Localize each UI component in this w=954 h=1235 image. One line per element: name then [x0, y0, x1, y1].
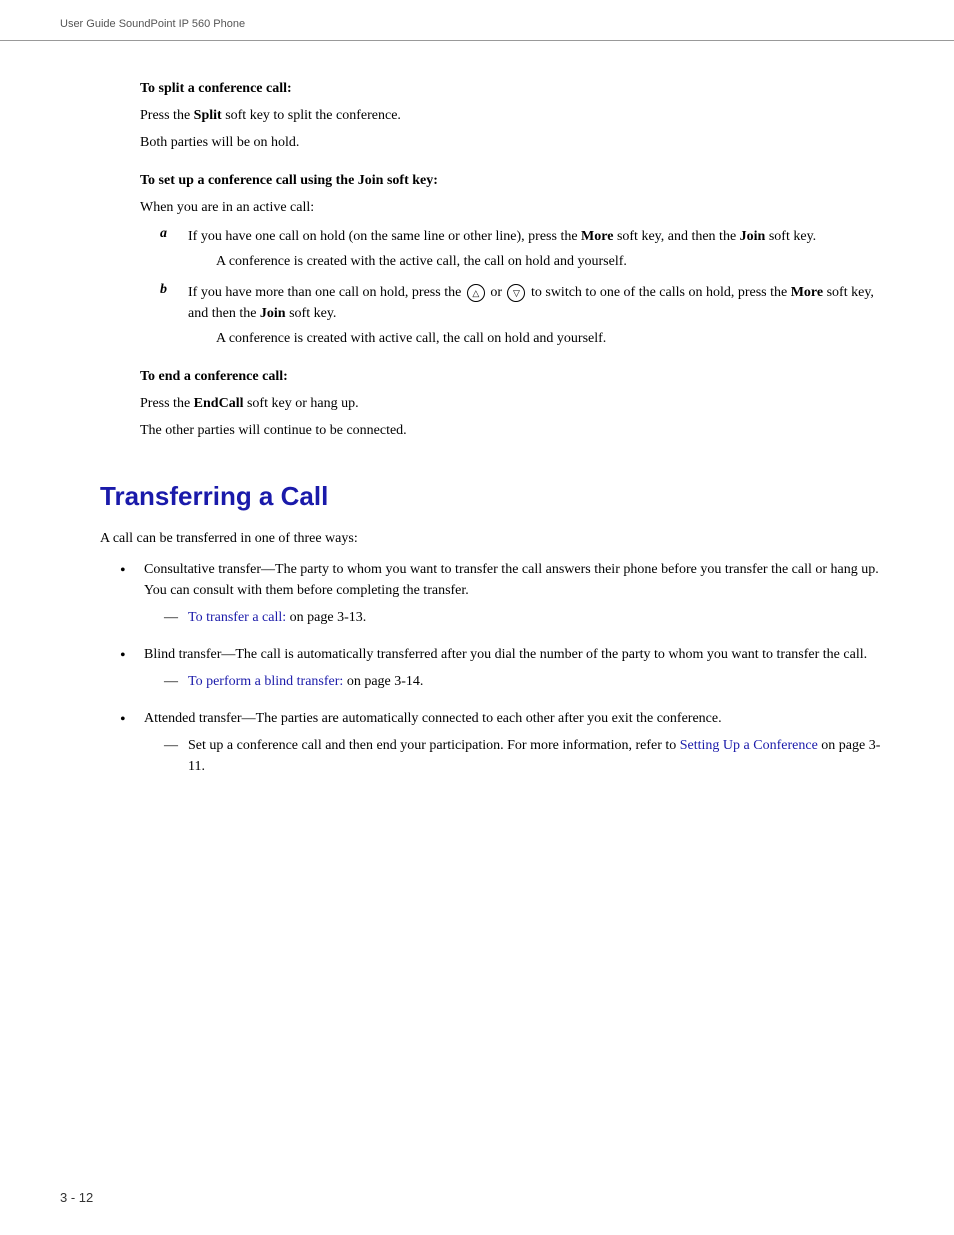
blind-content: Blind transfer—The call is automatically…: [144, 644, 894, 698]
end-conference-heading: To end a conference call:: [140, 369, 894, 385]
end-para-1: Press the EndCall soft key or hang up.: [140, 393, 894, 414]
split-conference-heading: To split a conference call:: [140, 81, 894, 97]
page-footer: 3 - 12: [60, 1190, 93, 1205]
split-para-2: Both parties will be on hold.: [140, 132, 894, 153]
bullet-dot-1: •: [120, 559, 136, 583]
alpha-content-a: If you have one call on hold (on the sam…: [188, 226, 894, 272]
blind-dash: — To perform a blind transfer: on page 3…: [164, 671, 894, 692]
chapter-intro: A call can be transferred in one of thre…: [100, 528, 894, 549]
nav-down-icon: [507, 284, 525, 302]
alpha-content-b: If you have more than one call on hold, …: [188, 282, 894, 349]
nav-up-icon: [467, 284, 485, 302]
main-content: To split a conference call: Press the Sp…: [0, 41, 954, 835]
alpha-b-sub: A conference is created with active call…: [216, 328, 894, 349]
setting-up-conference-link[interactable]: Setting Up a Conference: [680, 738, 818, 753]
header-text: User Guide SoundPoint IP 560 Phone: [60, 18, 245, 30]
dash-symbol-1: —: [164, 607, 180, 628]
alpha-a-main: If you have one call on hold (on the sam…: [188, 226, 894, 247]
end-para-2: The other parties will continue to be co…: [140, 420, 894, 441]
bullet-dot-3: •: [120, 708, 136, 732]
attended-bullet: • Attended transfer—The parties are auto…: [120, 708, 894, 783]
join-intro: When you are in an active call:: [140, 197, 894, 218]
split-conference-section: To split a conference call: Press the Sp…: [140, 81, 894, 153]
consultative-link-text: To transfer a call: on page 3-13.: [188, 607, 894, 628]
list-item-a: a If you have one call on hold (on the s…: [160, 226, 894, 272]
attended-text: Attended transfer—The parties are automa…: [144, 711, 722, 726]
attended-dash: — Set up a conference call and then end …: [164, 735, 894, 777]
page-header: User Guide SoundPoint IP 560 Phone: [0, 0, 954, 41]
join-conference-heading: To set up a conference call using the Jo…: [140, 173, 894, 189]
alpha-b-main: If you have more than one call on hold, …: [188, 282, 894, 324]
split-para-1: Press the Split soft key to split the co…: [140, 105, 894, 126]
page-number: 3 - 12: [60, 1190, 93, 1205]
alpha-a-sub: A conference is created with the active …: [216, 251, 894, 272]
transfer-call-link[interactable]: To transfer a call:: [188, 610, 286, 625]
chapter-title: Transferring a Call: [100, 481, 894, 512]
dash-symbol-3: —: [164, 735, 180, 756]
blind-text: Blind transfer—The call is automatically…: [144, 647, 867, 662]
attended-dash-text: Set up a conference call and then end yo…: [188, 735, 894, 777]
consultative-content: Consultative transfer—The party to whom …: [144, 559, 894, 634]
alpha-label-a: a: [160, 226, 180, 242]
end-conference-section: To end a conference call: Press the EndC…: [140, 369, 894, 441]
join-conference-section: To set up a conference call using the Jo…: [140, 173, 894, 349]
list-item-b: b If you have more than one call on hold…: [160, 282, 894, 349]
blind-link-text: To perform a blind transfer: on page 3-1…: [188, 671, 894, 692]
blind-bullet: • Blind transfer—The call is automatical…: [120, 644, 894, 698]
consultative-bullet: • Consultative transfer—The party to who…: [120, 559, 894, 634]
attended-content: Attended transfer—The parties are automa…: [144, 708, 894, 783]
blind-transfer-link[interactable]: To perform a blind transfer:: [188, 674, 343, 689]
alpha-label-b: b: [160, 282, 180, 298]
page: User Guide SoundPoint IP 560 Phone To sp…: [0, 0, 954, 1235]
consultative-dash: — To transfer a call: on page 3-13.: [164, 607, 894, 628]
dash-symbol-2: —: [164, 671, 180, 692]
transfer-chapter: Transferring a Call A call can be transf…: [100, 481, 894, 783]
bullet-dot-2: •: [120, 644, 136, 668]
consultative-text: Consultative transfer—The party to whom …: [144, 562, 879, 598]
transfer-types-list: • Consultative transfer—The party to who…: [120, 559, 894, 783]
